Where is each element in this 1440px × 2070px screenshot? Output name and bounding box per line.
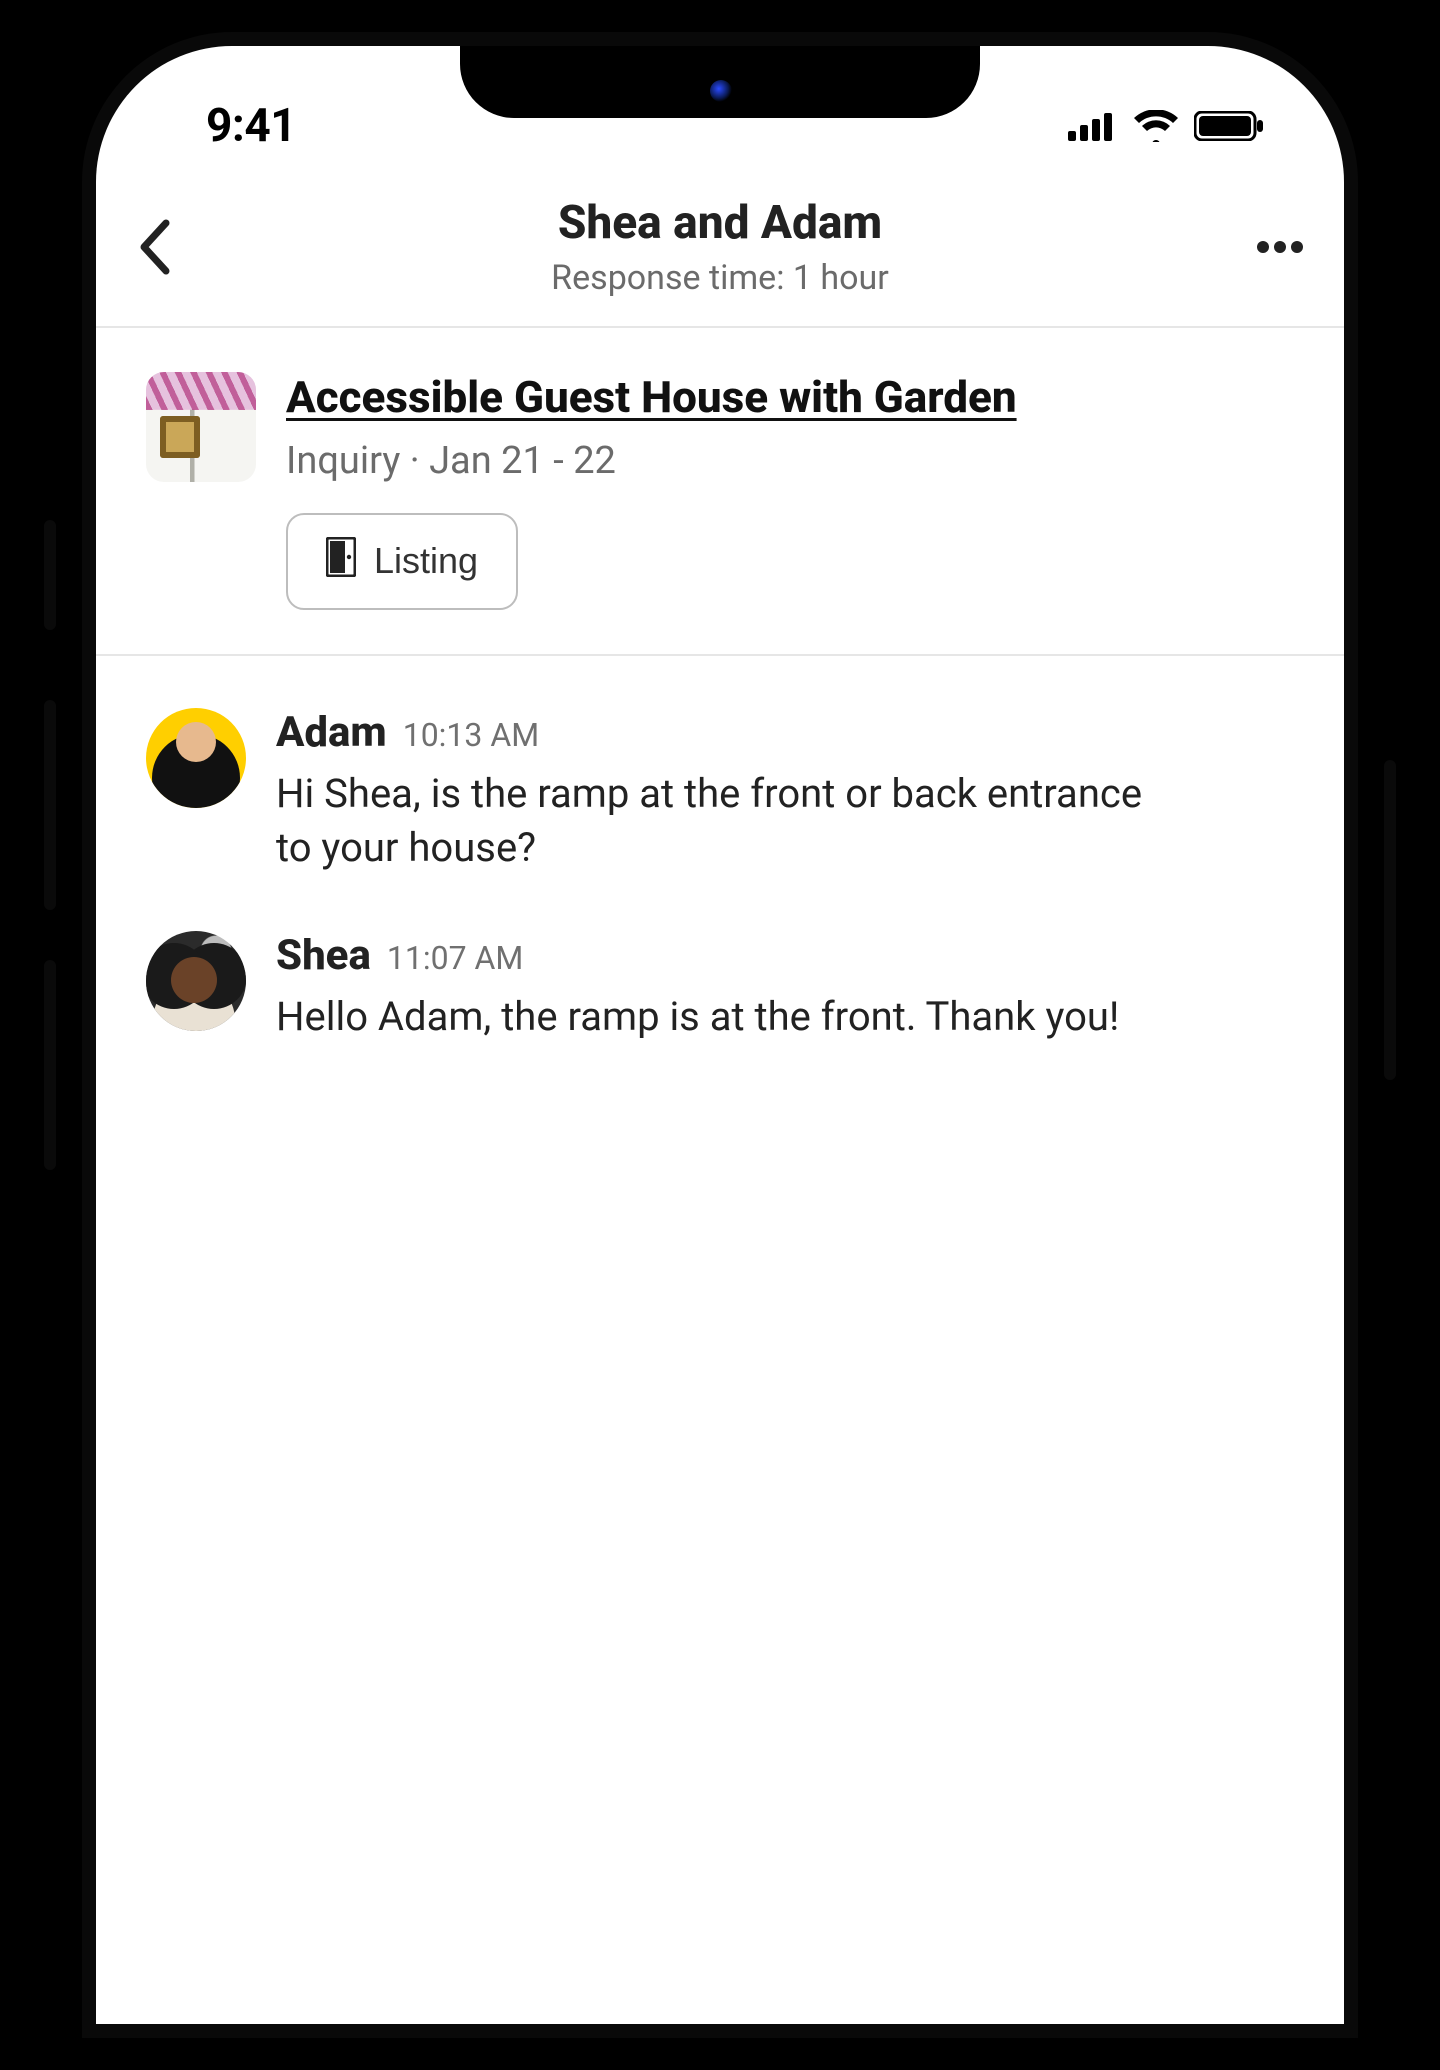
door-icon: [326, 537, 356, 586]
listing-card: Accessible Guest House with Garden Inqui…: [96, 328, 1344, 656]
message-body: Adam 10:13 AM Hi Shea, is the ramp at th…: [276, 708, 1294, 875]
camera-icon: [710, 80, 732, 102]
phone-frame: 9:41: [50, 0, 1390, 2070]
listing-thumbnail[interactable]: [146, 372, 256, 482]
battery-icon: [1194, 111, 1264, 141]
phone-notch: [460, 46, 980, 118]
message-sender: Shea: [276, 931, 371, 980]
avatar[interactable]: [146, 708, 246, 808]
page-subtitle: Response time: 1 hour: [196, 258, 1244, 298]
phone-side-button: [44, 960, 56, 1170]
phone-bezel: 9:41: [82, 32, 1358, 2038]
messages-list: Adam 10:13 AM Hi Shea, is the ramp at th…: [96, 656, 1344, 1152]
listing-meta: Inquiry · Jan 21 - 22: [286, 439, 1294, 483]
message-time: 10:13 AM: [403, 716, 539, 754]
page-title: Shea and Adam: [196, 196, 1244, 250]
listing-actions: Listing: [286, 513, 1294, 610]
listing-button-label: Listing: [374, 540, 478, 582]
message-body: Shea 11:07 AM Hello Adam, the ramp is at…: [276, 931, 1294, 1044]
more-horizontal-icon: [1256, 240, 1304, 254]
message-row: Adam 10:13 AM Hi Shea, is the ramp at th…: [146, 708, 1294, 875]
message-text: Hello Adam, the ramp is at the front. Th…: [276, 990, 1156, 1044]
nav-header: Shea and Adam Response time: 1 hour: [96, 176, 1344, 328]
back-button[interactable]: [136, 219, 196, 275]
more-button[interactable]: [1244, 240, 1304, 254]
listing-body: Accessible Guest House with Garden Inqui…: [286, 372, 1294, 610]
nav-center: Shea and Adam Response time: 1 hour: [196, 196, 1244, 298]
message-header: Adam 10:13 AM: [276, 708, 1294, 757]
message-text: Hi Shea, is the ramp at the front or bac…: [276, 767, 1156, 875]
message-time: 11:07 AM: [387, 939, 523, 977]
message-header: Shea 11:07 AM: [276, 931, 1294, 980]
cellular-icon: [1068, 111, 1118, 141]
listing-button[interactable]: Listing: [286, 513, 518, 610]
message-sender: Adam: [276, 708, 387, 757]
listing-title-link[interactable]: Accessible Guest House with Garden: [286, 372, 1294, 423]
status-icons: [1068, 110, 1264, 142]
chevron-left-icon: [136, 219, 176, 275]
status-time: 9:41: [176, 99, 296, 153]
wifi-icon: [1132, 110, 1180, 142]
screen: 9:41: [96, 46, 1344, 2024]
phone-side-button: [1384, 760, 1396, 1080]
message-row: Shea 11:07 AM Hello Adam, the ramp is at…: [146, 931, 1294, 1044]
phone-side-button: [44, 520, 56, 630]
avatar[interactable]: [146, 931, 246, 1031]
phone-side-button: [44, 700, 56, 910]
